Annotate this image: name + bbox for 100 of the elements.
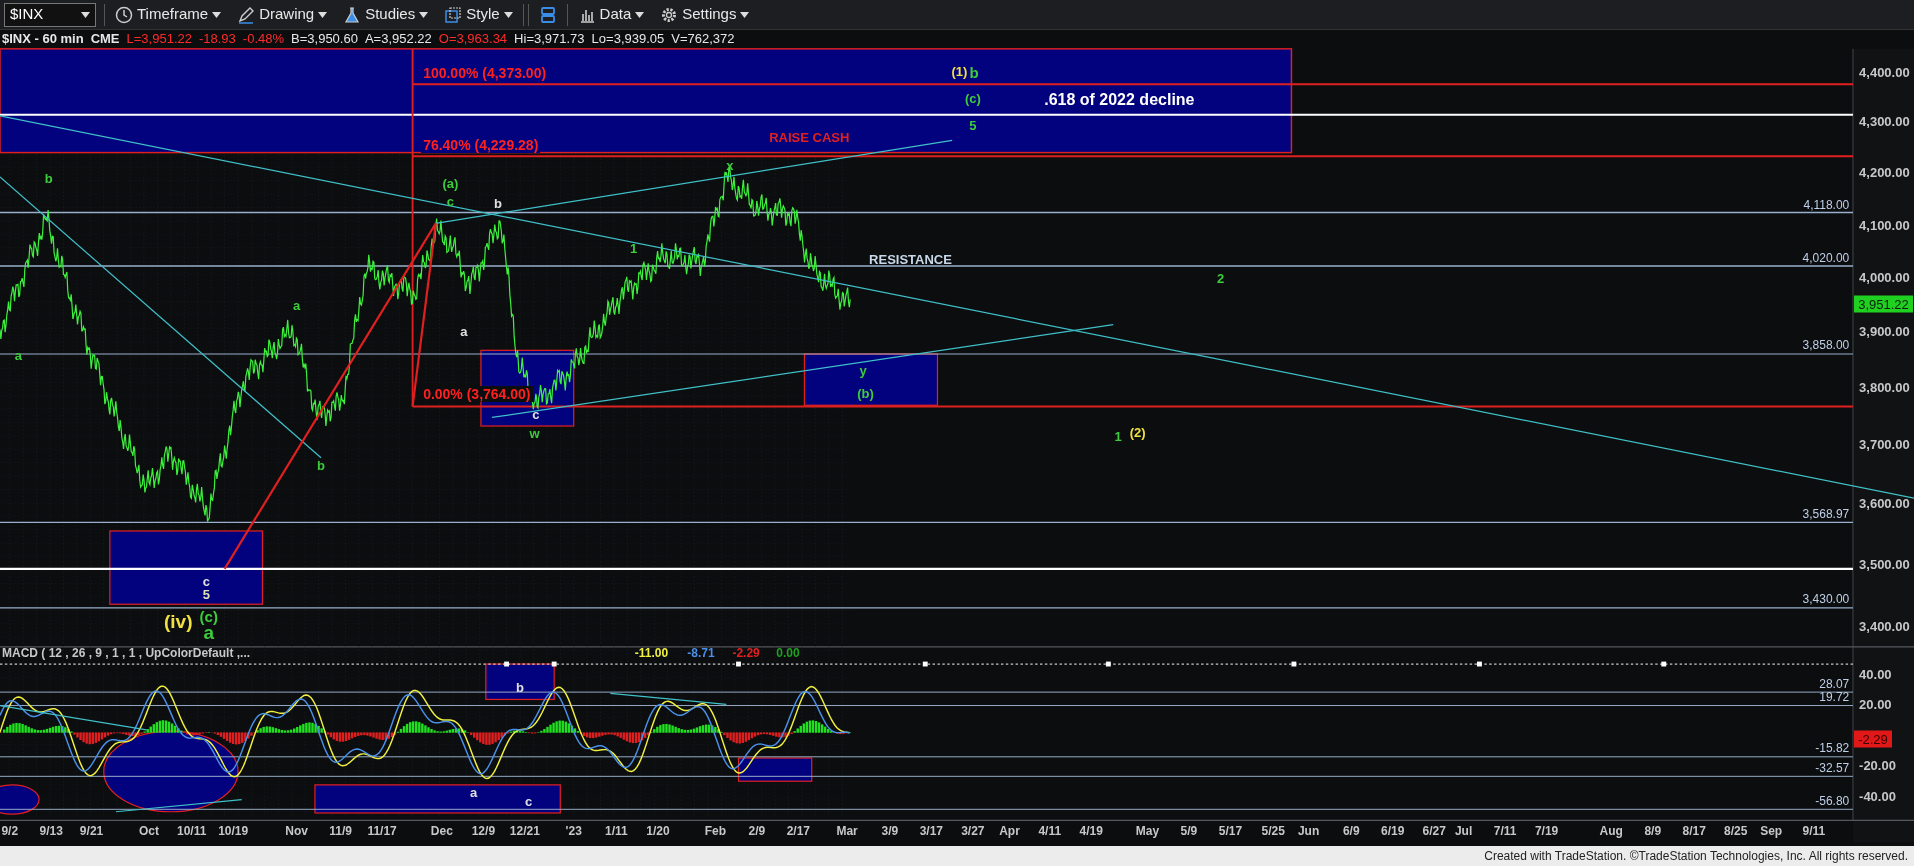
date-axis-label: 9/21 [79,825,104,838]
caret-icon [81,11,90,18]
date-axis-label: Oct [138,825,159,838]
pencil-icon [237,5,256,24]
clock-icon [115,5,133,24]
date-axis-label: Nov [285,825,308,838]
date-axis-label: 9/13 [39,825,63,838]
date-axis-label: 9/11 [1802,825,1826,838]
wave-label: b [969,64,979,80]
macd-axis-label: -40.00 [1859,789,1896,803]
caret-icon [419,11,429,18]
date-axis-label: 6/9 [1342,825,1360,838]
settings-icon [660,5,679,24]
price-axis-label: 4,200.00 [1859,165,1910,179]
wave-label: a [460,324,468,338]
quote-value: -0.48% [242,30,285,49]
wave-label: a [470,785,478,799]
anchor-marker [922,661,928,667]
anchor-marker [551,661,557,667]
wave-label: 1 [1114,429,1122,443]
date-axis-label: Jul [1454,825,1473,838]
quote-value: L=3,951.22 [126,30,192,49]
wave-label: (c) [199,608,218,624]
date-axis-label: Dec [430,825,453,838]
symbol-dropdown[interactable]: $INX [4,2,96,27]
toolbar-button[interactable]: Drawing [231,1,334,28]
caret-icon [503,11,513,18]
layout-icon [538,5,557,24]
toolbar-button[interactable]: Studies [337,1,435,28]
macd-value: 0.00 [776,647,800,660]
quote-value: Hi=3,971.73 [514,30,585,49]
date-axis-label: 6/19 [1381,825,1405,838]
credit-text: Created with TradeStation. ©TradeStation Technologies, Inc. All rights reserved. [0,846,1914,866]
date-axis-label: 2/17 [786,825,810,838]
quote-value: A=3,952.22 [364,30,432,49]
date-axis-label: 12/21 [509,825,540,838]
anchor-marker [1477,661,1482,667]
macd-level-label: -32.57 [1815,761,1850,774]
caret-icon [212,11,222,18]
last-value-badge: -2.29 [1854,730,1892,747]
macd-level-label: -15.82 [1815,742,1850,755]
date-axis-label: 7/11 [1493,825,1517,838]
price-level-label: 4,118.00 [1803,199,1850,212]
wave-label: b [516,680,524,694]
date-axis-label: 12/9 [471,825,496,838]
date-axis-label: 11/17 [367,825,397,838]
price-axis-label: 3,900.00 [1859,324,1910,338]
wave-label: y [859,363,867,377]
price-axis-label: 4,400.00 [1859,65,1910,79]
price-axis-label: 3,800.00 [1859,380,1910,394]
wave-label: 5 [969,118,977,131]
date-axis-label: 8/17 [1682,825,1706,838]
date-axis-label: 6/27 [1422,825,1446,838]
date-axis-label: 1/11 [605,825,628,838]
price-level-label: 3,430.00 [1802,593,1850,606]
wave-label: c [532,407,540,421]
date-axis-label: 5/9 [1180,825,1198,838]
date-axis-label: 8/9 [1644,825,1662,838]
price-level-label: 4,020.00 [1802,251,1850,264]
last-price-badge: 3,951.22 [1854,295,1913,313]
date-axis-label: 3/27 [961,825,985,838]
chart-note: RESISTANCE [869,252,952,266]
price-level-label: 3,858.00 [1802,339,1850,352]
quote-value: O=3,963.34 [438,30,508,49]
fib-level-label: 100.00% (4,373.00) [421,65,549,82]
date-axis-label: 8/25 [1724,825,1748,838]
wave-label: (a) [442,176,459,190]
date-axis-label: 11/9 [329,825,352,838]
quote-value: -18.93 [198,30,236,49]
price-axis-label: 3,700.00 [1859,437,1910,451]
wave-label: 2 [1217,271,1225,285]
wave-label: 1 [629,241,638,255]
chart-title: .618 of 2022 decline [1044,92,1195,109]
wave-label: b [317,458,325,472]
flask-icon [343,5,362,24]
date-axis-label: 10/11 [176,825,207,838]
anchor-marker [1291,661,1297,667]
toolbar-button[interactable]: Timeframe [109,1,228,28]
toolbar-button[interactable]: Data [571,1,651,28]
date-axis-label: Feb [704,825,726,838]
macd-level-label: -56.80 [1815,794,1850,807]
wave-label: c [202,574,210,588]
date-axis-label: Apr [999,825,1020,838]
macd-axis-label: -20.00 [1859,758,1896,772]
anchor-marker [1661,661,1667,667]
toolbar-button[interactable]: Style [438,1,519,28]
date-axis-label: 4/11 [1038,825,1062,838]
wave-label: (2) [1129,425,1146,439]
date-axis-label: Sep [1760,825,1783,838]
date-axis-label: Aug [1599,825,1623,838]
toolbar-button[interactable]: Settings [654,1,756,28]
anchor-marker [1105,661,1111,667]
date-axis-label: May [1135,825,1160,838]
quote-value: V=762,372 [671,30,735,49]
macd-value: -11.00 [634,647,669,660]
date-axis-label: '23 [565,825,582,838]
date-axis-label: 5/25 [1261,825,1285,838]
date-axis-label: 1/20 [646,825,670,838]
macd-level-label: 28.07 [1819,677,1850,690]
wave-label: b [44,171,53,185]
